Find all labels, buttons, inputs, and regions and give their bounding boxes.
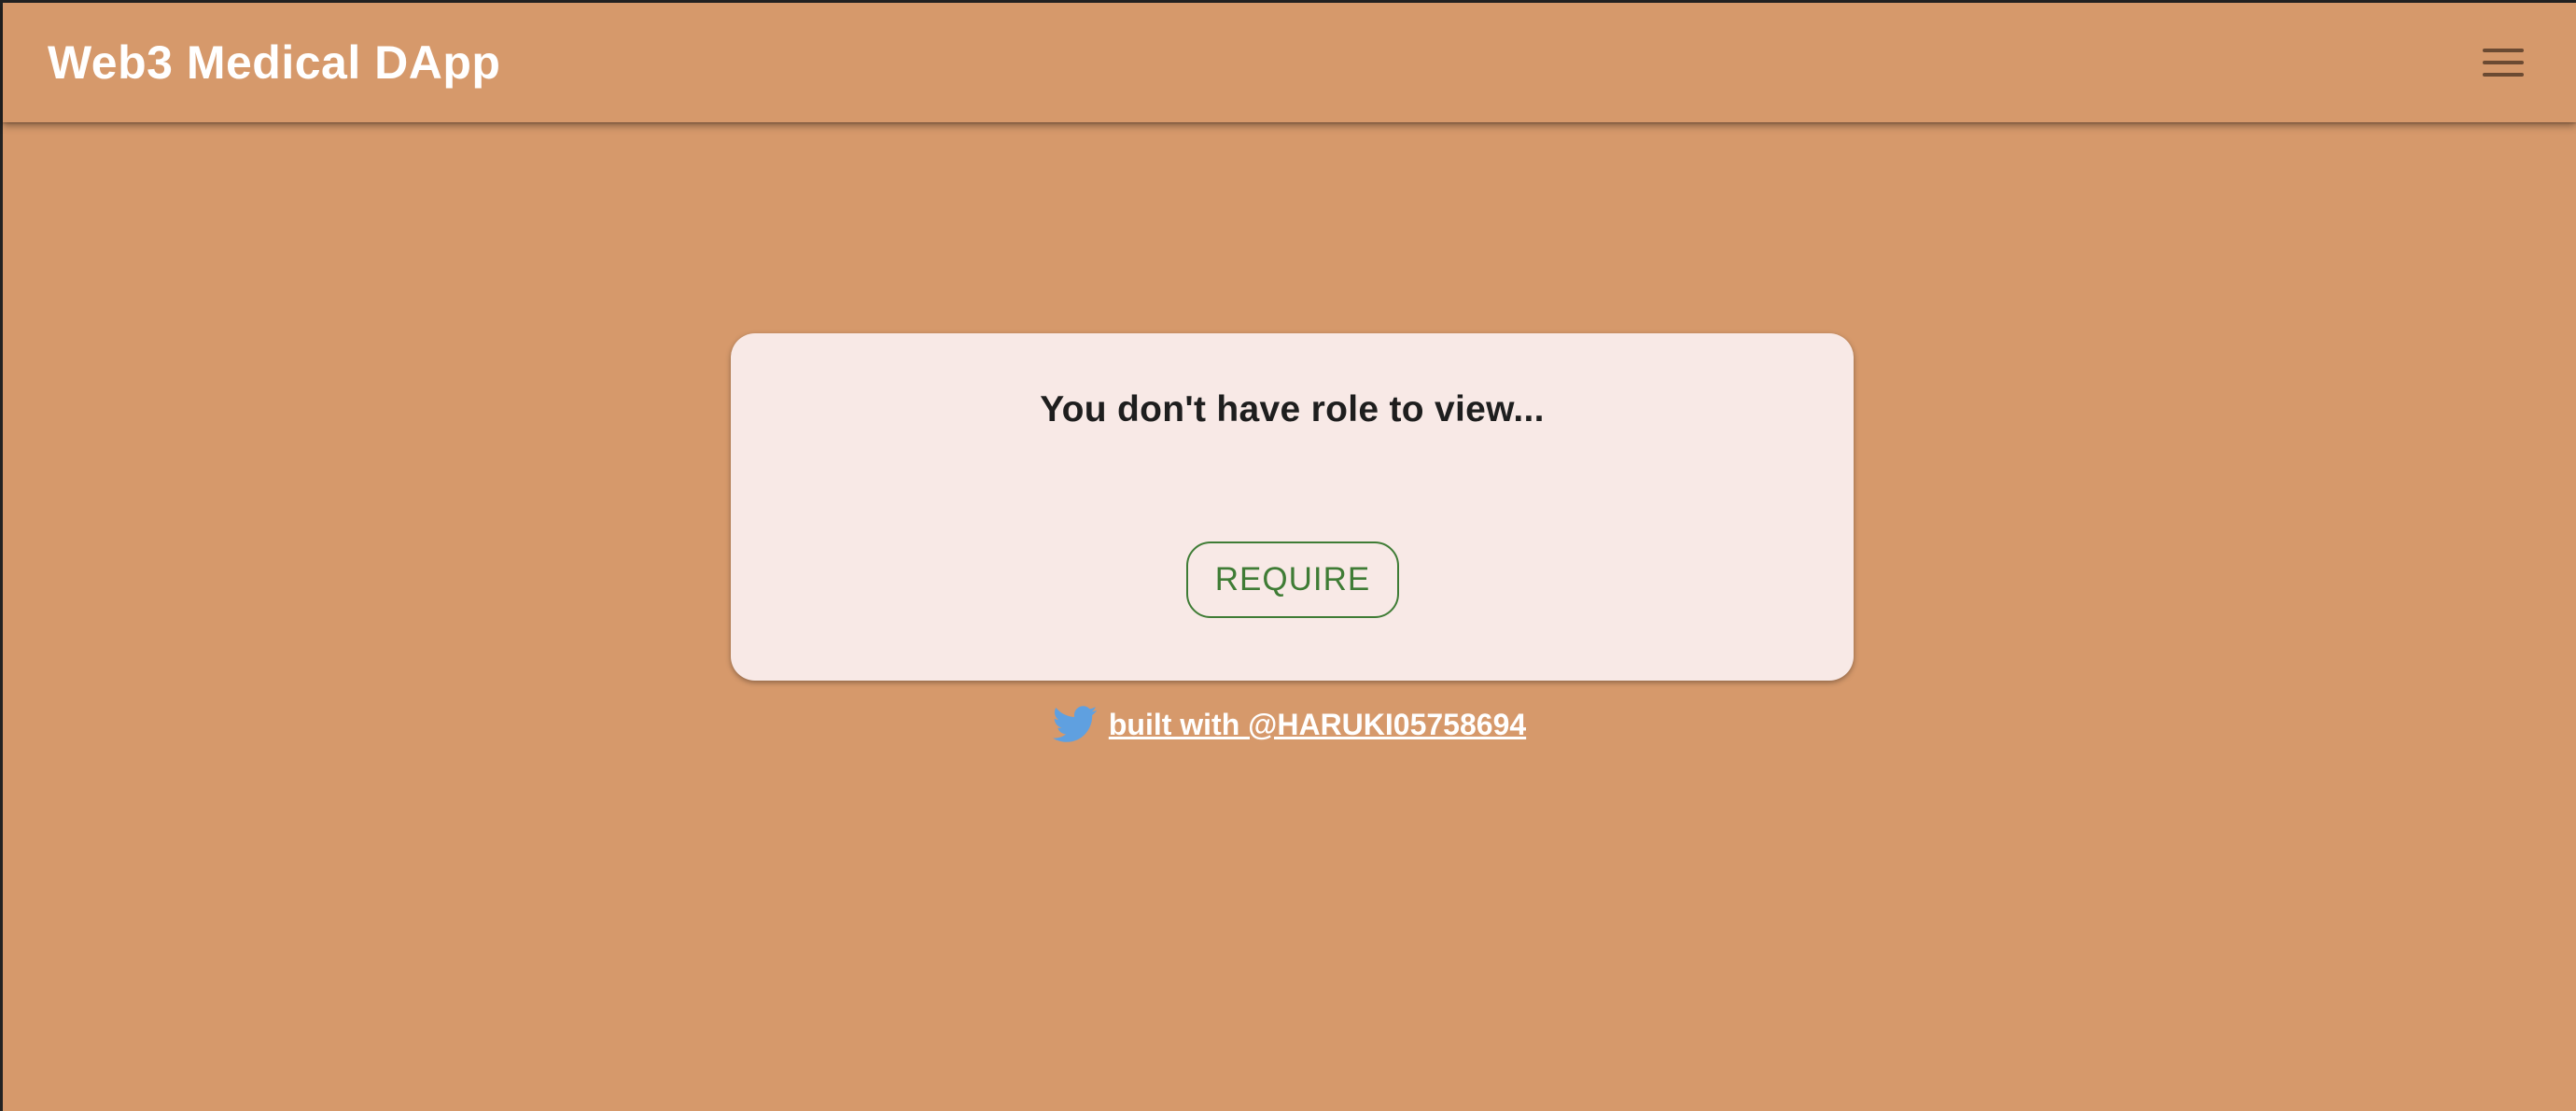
no-role-message: You don't have role to view... — [1040, 389, 1545, 429]
require-button[interactable]: REQUIRE — [1186, 541, 1399, 618]
twitter-icon — [1052, 706, 1098, 742]
footer-credit: built with @HARUKI05758694 — [3, 705, 2576, 744]
hamburger-menu-icon — [2483, 49, 2524, 77]
author-twitter-link[interactable]: built with @HARUKI05758694 — [1109, 708, 1526, 742]
permission-card: You don't have role to view... REQUIRE — [731, 333, 1854, 681]
menu-button[interactable] — [2475, 35, 2531, 91]
app-bar: Web3 Medical DApp — [3, 3, 2576, 122]
app-title: Web3 Medical DApp — [48, 36, 501, 89]
